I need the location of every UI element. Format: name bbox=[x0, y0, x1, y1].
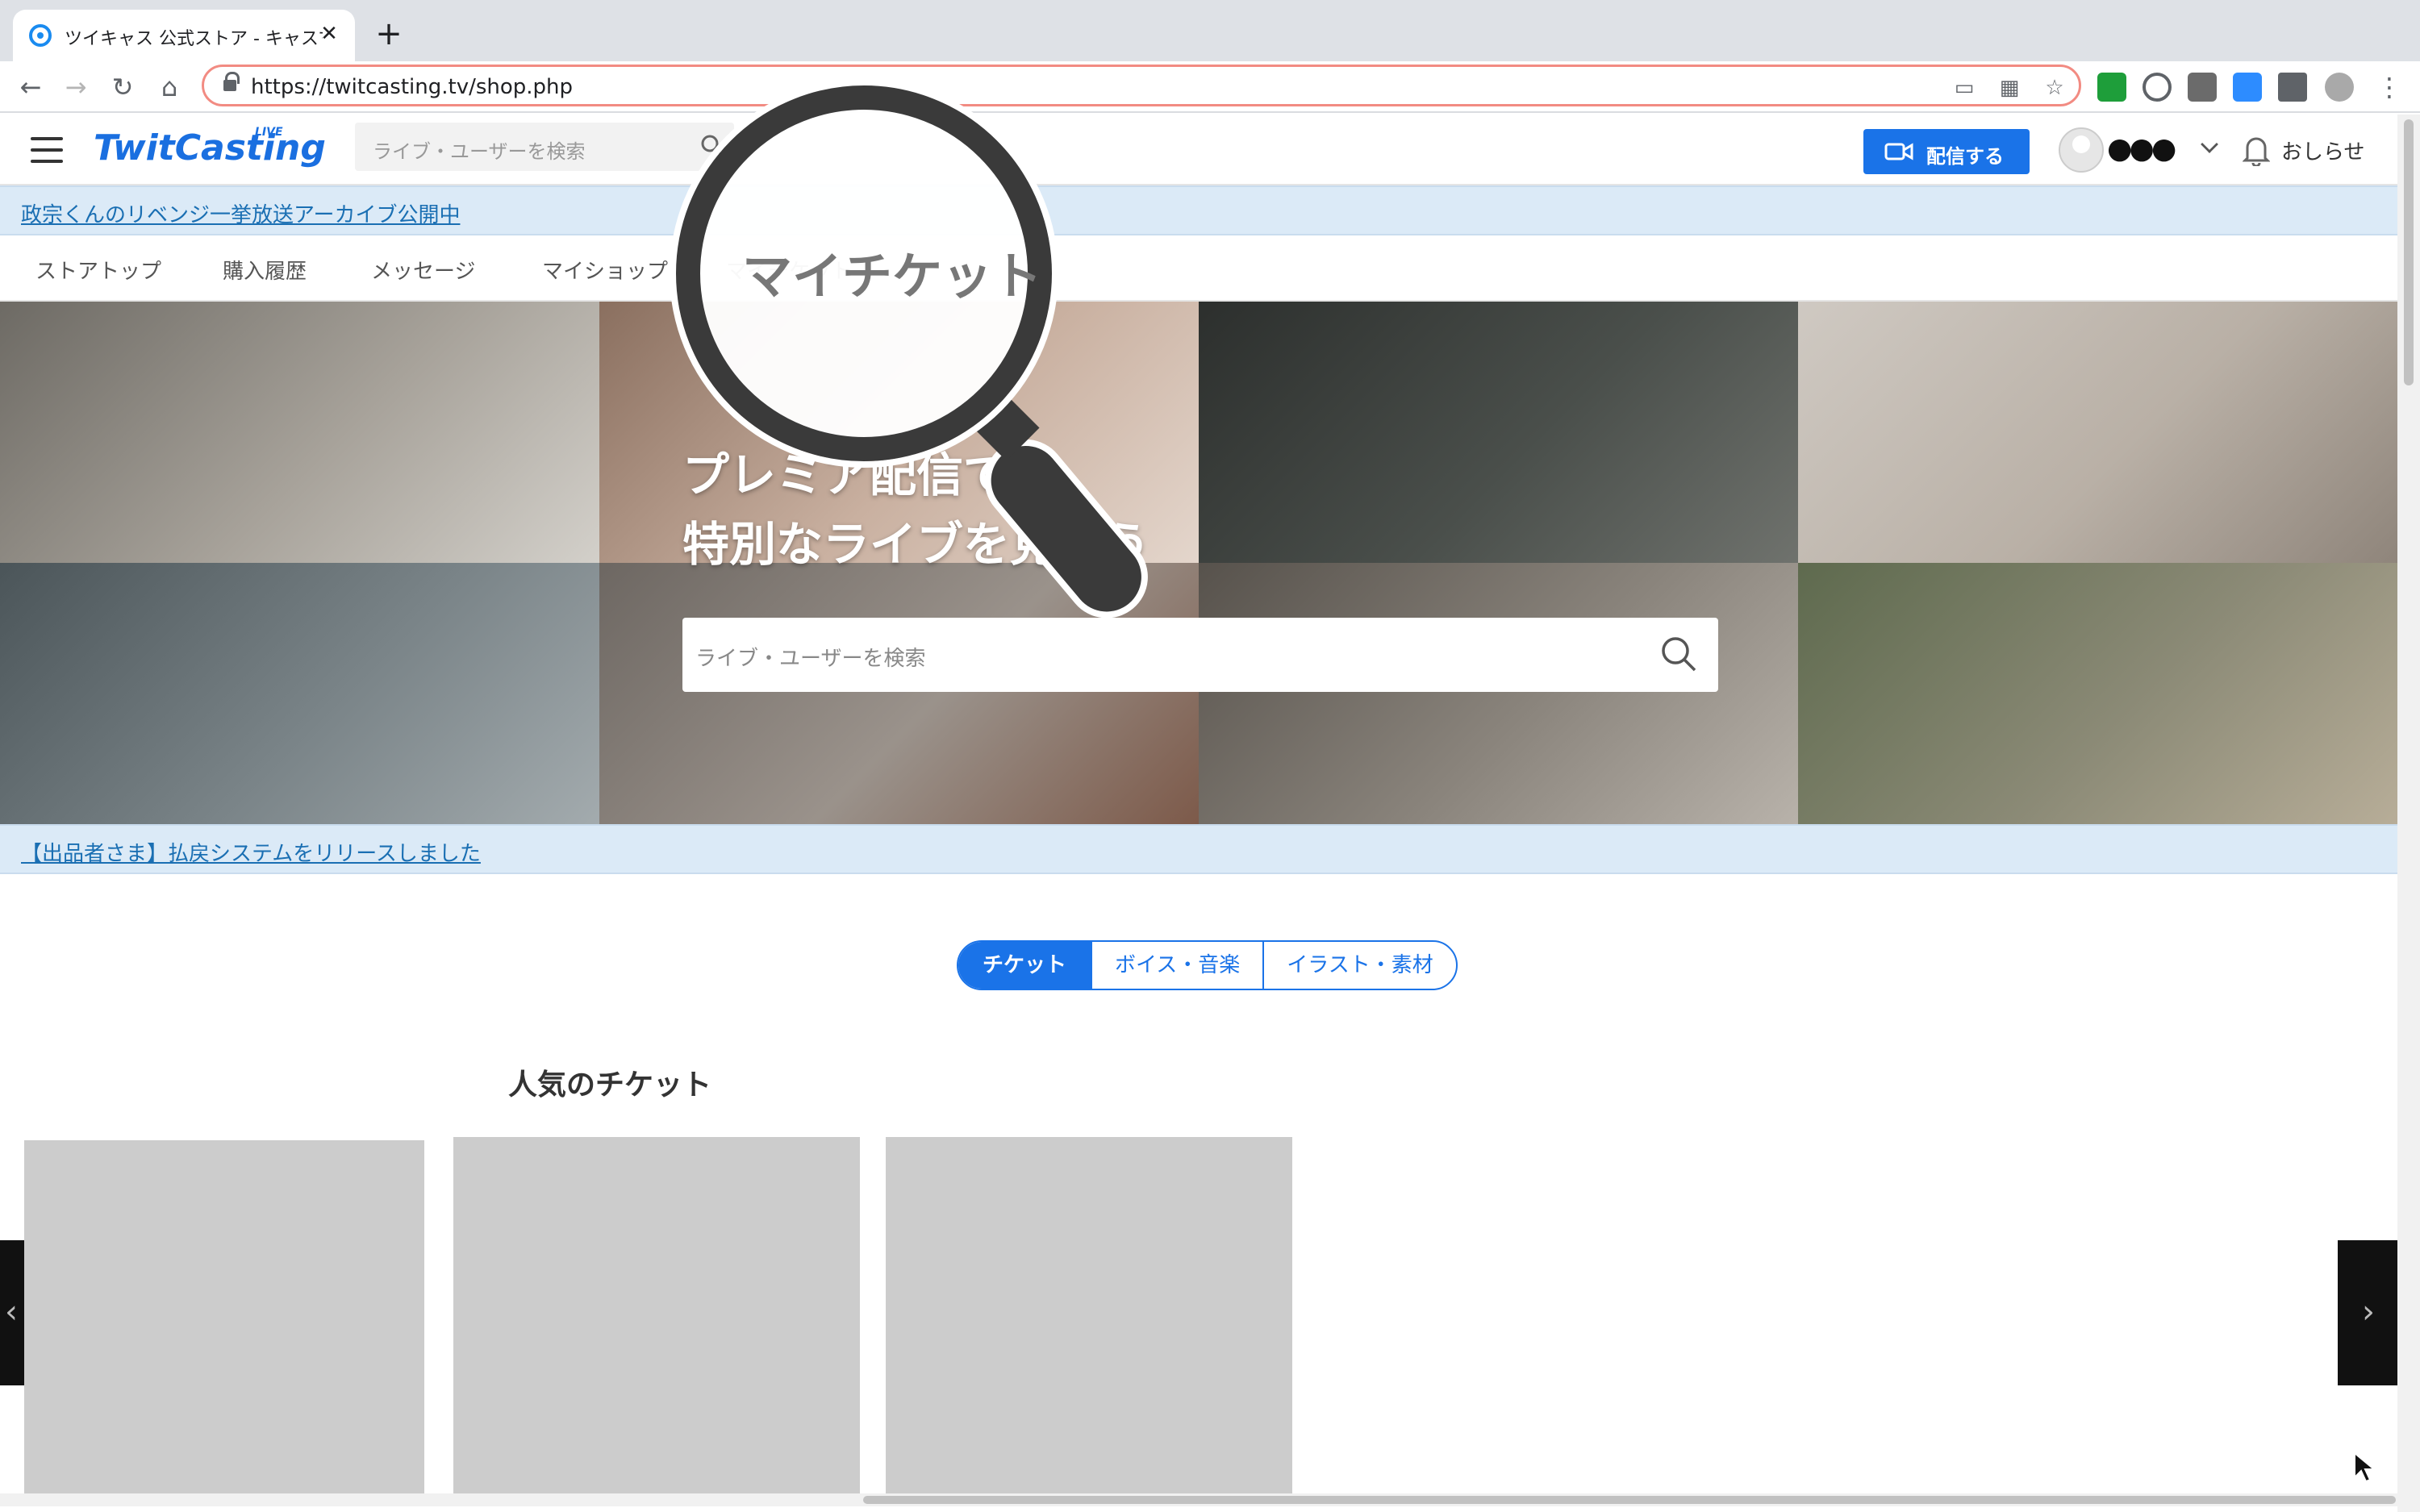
hero-headline-line1: プレミア配信で bbox=[682, 448, 1011, 502]
profile-extension-icon[interactable] bbox=[2188, 73, 2217, 102]
section-title: 人気のチケット bbox=[508, 1068, 712, 1102]
tab-my-shop[interactable]: マイショップ bbox=[542, 255, 668, 285]
ticket-card[interactable] bbox=[453, 1137, 860, 1495]
bell-icon[interactable] bbox=[2243, 134, 2270, 166]
browser-tab[interactable]: ツイキャス 公式ストア - キャスマ ✕ bbox=[13, 10, 355, 61]
horizontal-scrollbar[interactable] bbox=[0, 1493, 2397, 1506]
puzzle-extensions-icon[interactable] bbox=[2278, 73, 2307, 102]
broadcast-button[interactable]: 配信する bbox=[1863, 129, 2030, 174]
notice-label[interactable]: おしらせ bbox=[2281, 135, 2364, 165]
hero-photo-studio bbox=[599, 563, 1199, 824]
search-icon[interactable] bbox=[700, 134, 724, 158]
hero-photo-camera bbox=[0, 563, 599, 824]
slider-next-button[interactable]: › bbox=[2338, 1240, 2401, 1385]
tab-purchase-history[interactable]: 購入履歴 bbox=[223, 255, 307, 285]
announcement-bar-top: 政宗くんのリベンジ一挙放送アーカイブ公開中 bbox=[0, 185, 2397, 235]
forward-icon[interactable]: → bbox=[60, 71, 92, 103]
hero-photo-man bbox=[1199, 563, 1798, 824]
announcement-link-top[interactable]: 政宗くんのリベンジ一挙放送アーカイブ公開中 bbox=[21, 198, 460, 228]
hero-photo-cooking bbox=[1798, 302, 2397, 563]
zoom-extension-icon[interactable] bbox=[2233, 73, 2262, 102]
avatar[interactable] bbox=[2059, 127, 2104, 173]
video-camera-icon bbox=[1884, 143, 1913, 160]
ticket-card[interactable] bbox=[886, 1137, 1292, 1495]
broadcast-label: 配信する bbox=[1926, 145, 2004, 168]
category-illustration[interactable]: イラスト・素材 bbox=[1262, 942, 1455, 989]
cast-icon[interactable]: ▭ bbox=[1951, 75, 1977, 101]
search-icon[interactable] bbox=[1660, 635, 1697, 673]
ticket-card[interactable] bbox=[24, 1140, 424, 1495]
mouse-cursor-icon bbox=[2354, 1452, 2376, 1483]
address-bar[interactable]: https://twitcasting.tv/shop.php ▭ ▦ ☆ bbox=[202, 65, 2081, 106]
hero-banner: プレミア配信で 特別なライブを見よう ライブ・ユーザーを検索 bbox=[0, 302, 2397, 824]
home-icon[interactable]: ⌂ bbox=[153, 71, 186, 103]
bookmark-star-icon[interactable]: ☆ bbox=[2042, 75, 2067, 101]
hero-headline-line2: 特別なライブを見よう bbox=[682, 517, 1151, 572]
browser-toolbar: ← → ↻ ⌂ https://twitcasting.tv/shop.php … bbox=[0, 61, 2420, 113]
reload-icon[interactable]: ↻ bbox=[106, 71, 139, 103]
profile-avatar-icon[interactable] bbox=[2325, 73, 2354, 102]
category-tickets[interactable]: チケット bbox=[958, 942, 1091, 989]
category-switcher: チケット ボイス・音楽 イラスト・素材 bbox=[957, 940, 1458, 990]
header-search-placeholder: ライブ・ユーザーを検索 bbox=[373, 140, 586, 163]
chevron-left-icon: ‹ bbox=[5, 1293, 18, 1331]
checkmark-extension-icon[interactable] bbox=[2097, 73, 2126, 102]
github-extension-icon[interactable] bbox=[2143, 73, 2172, 102]
twitcasting-favicon-icon bbox=[29, 24, 52, 47]
hero-search-input[interactable]: ライブ・ユーザーを検索 bbox=[682, 618, 1718, 692]
vertical-scrollbar[interactable] bbox=[2397, 115, 2420, 1512]
user-name[interactable]: ●●● bbox=[2107, 132, 2176, 165]
vertical-scrollbar-thumb[interactable] bbox=[2404, 119, 2414, 385]
new-tab-icon[interactable]: + bbox=[373, 18, 405, 50]
browser-tab-bar: ツイキャス 公式ストア - キャスマ ✕ + bbox=[0, 0, 2420, 61]
header-search-input[interactable]: ライブ・ユーザーを検索 bbox=[355, 123, 734, 171]
url-text[interactable]: https://twitcasting.tv/shop.php bbox=[251, 75, 573, 99]
back-icon[interactable]: ← bbox=[15, 71, 47, 103]
slider-prev-button[interactable]: ‹ bbox=[0, 1240, 24, 1385]
hamburger-menu-icon[interactable] bbox=[31, 137, 63, 163]
tab-title: ツイキャス 公式ストア - キャスマ bbox=[65, 29, 323, 49]
logo-live-badge: LIVE bbox=[255, 126, 283, 139]
menu-dots-icon[interactable]: ⋮ bbox=[2373, 71, 2405, 103]
site-header: TwitCasting LIVE ライブ・ユーザーを検索 配信する ●●● おし… bbox=[0, 115, 2397, 185]
twitcasting-logo[interactable]: TwitCasting bbox=[94, 127, 326, 169]
hero-photo-fitness bbox=[1798, 563, 2397, 824]
tab-messages[interactable]: メッセージ bbox=[371, 255, 475, 285]
store-subnav: ストアトップ 購入履歴 メッセージ マイショップ マイチケット bbox=[0, 235, 2397, 302]
lock-icon bbox=[223, 72, 240, 93]
category-voice-music[interactable]: ボイス・音楽 bbox=[1091, 942, 1262, 989]
tab-my-tickets[interactable]: マイチケット bbox=[726, 255, 852, 285]
close-icon[interactable]: ✕ bbox=[316, 21, 342, 47]
hero-photo-singer bbox=[1199, 302, 1798, 563]
hero-search-placeholder: ライブ・ユーザーを検索 bbox=[695, 647, 926, 671]
chevron-right-icon: › bbox=[2362, 1293, 2375, 1331]
hero-photo-podcast bbox=[0, 302, 599, 563]
announcement-link-bottom[interactable]: 【出品者さま】払戻システムをリリースしました bbox=[21, 837, 481, 867]
chevron-down-icon[interactable] bbox=[2201, 135, 2218, 153]
horizontal-scrollbar-thumb[interactable] bbox=[863, 1496, 2396, 1504]
tab-store-top[interactable]: ストアトップ bbox=[35, 255, 161, 285]
announcement-bar-bottom: 【出品者さま】払戻システムをリリースしました bbox=[0, 824, 2397, 874]
qr-code-icon[interactable]: ▦ bbox=[1996, 75, 2022, 101]
